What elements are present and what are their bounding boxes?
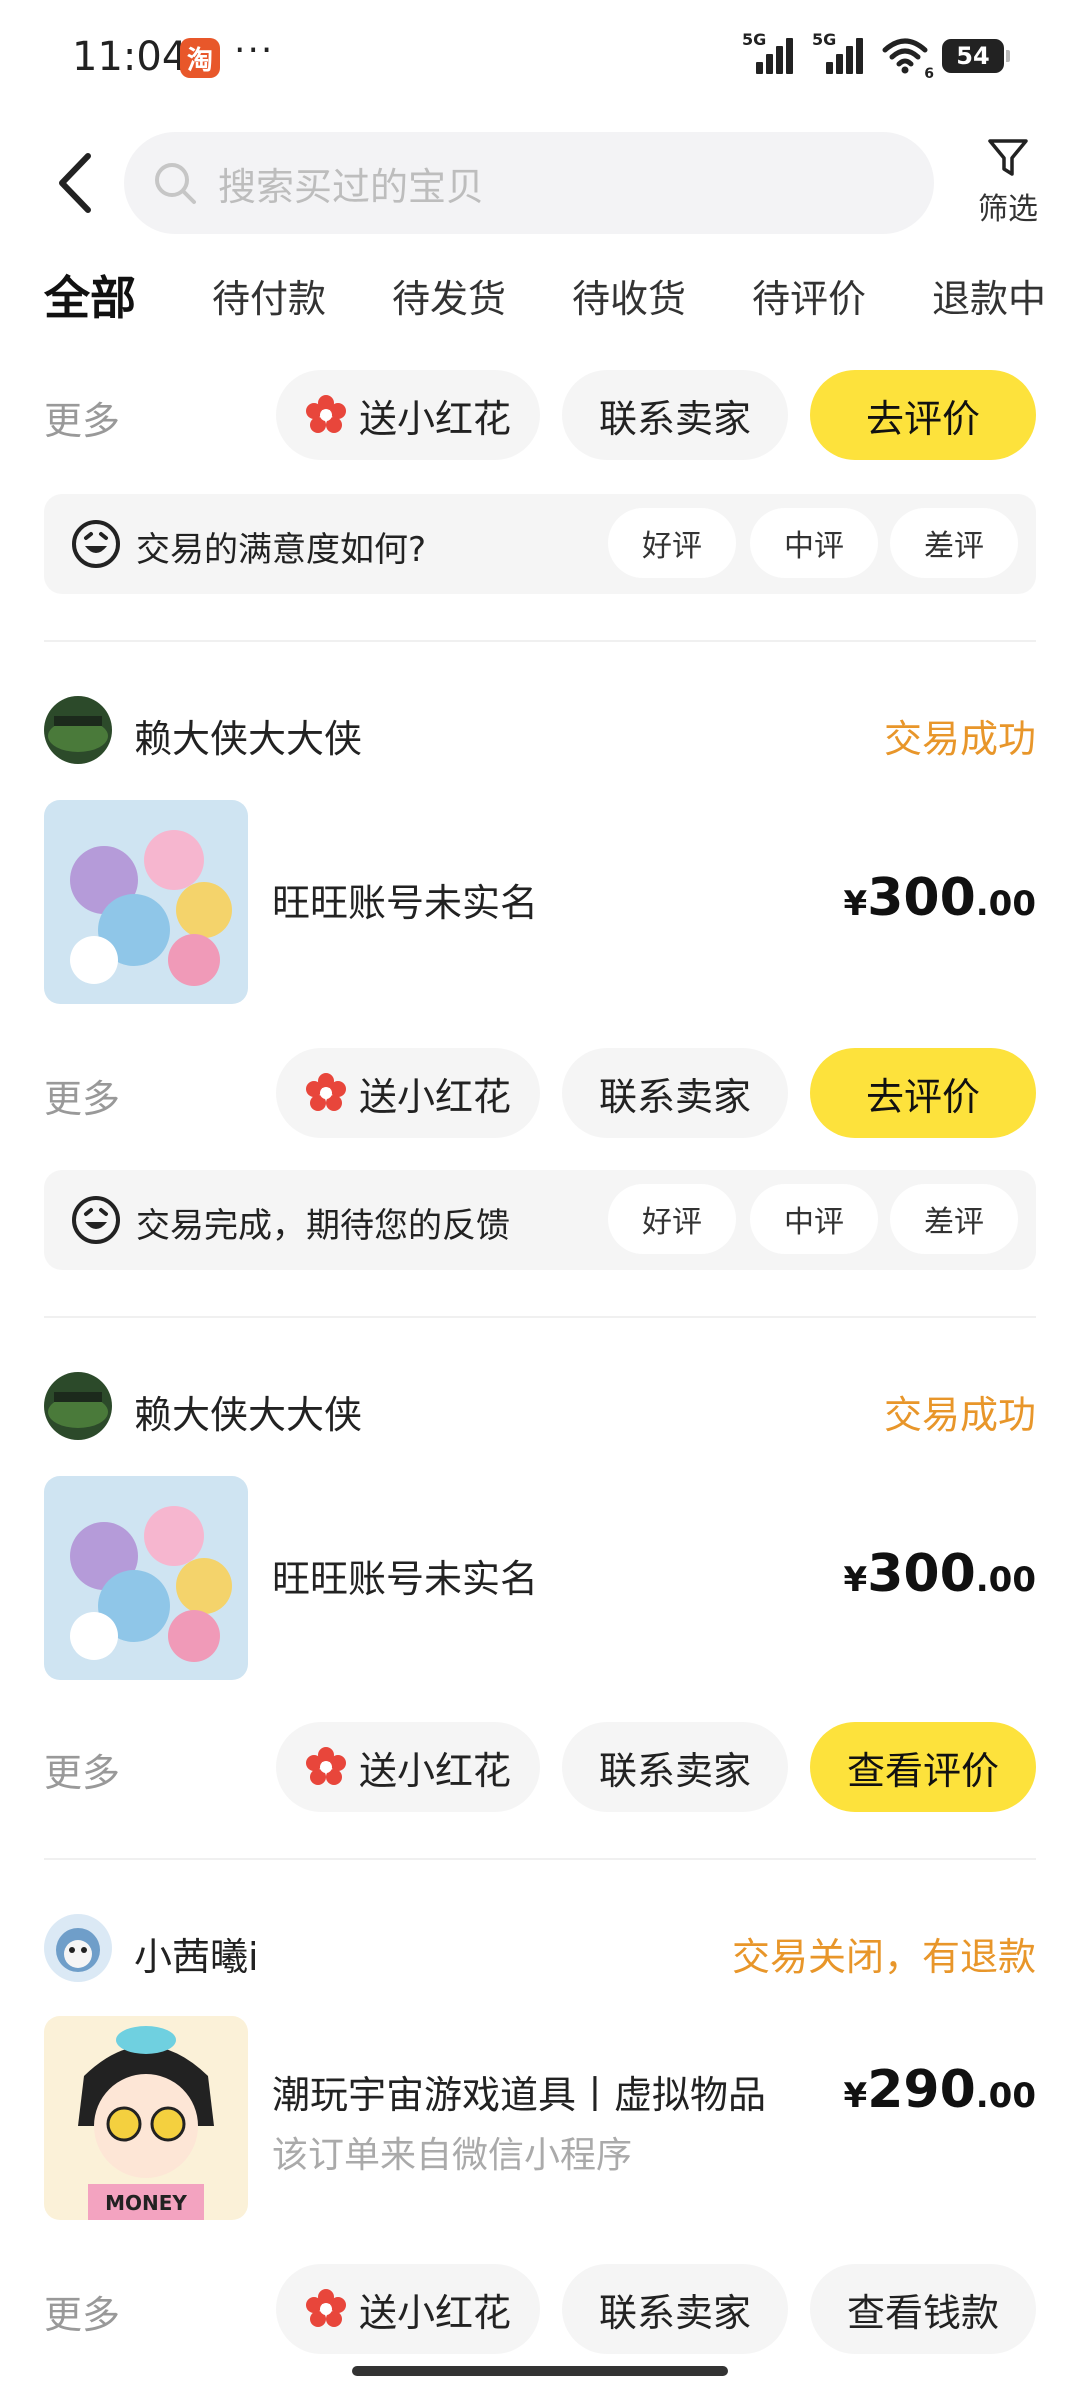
search-icon	[155, 163, 196, 204]
taobao-app-icon: 淘	[180, 38, 220, 78]
battery-icon: 54	[942, 39, 1010, 73]
satisfaction-bar: 交易的满意度如何? 好评 中评 差评	[44, 494, 1036, 594]
filter-button[interactable]: 筛选	[968, 136, 1048, 236]
shop-header[interactable]: 赖大侠大大侠 交易成功	[0, 696, 1080, 766]
more-notifications-icon: ···	[234, 30, 275, 71]
flower-icon	[305, 2289, 346, 2327]
flower-icon	[305, 395, 346, 433]
wifi-icon: 6	[882, 36, 934, 82]
send-flower-button[interactable]: 送小红花	[276, 1048, 540, 1138]
status-bar: 11:04 淘 ··· 5G 5G 6 54	[0, 0, 1080, 120]
satisfaction-text: 交易的满意度如何?	[136, 530, 427, 570]
status-time: 11:04	[72, 34, 188, 80]
shop-name: 小茜曦i	[134, 1935, 259, 1979]
tab-pending-shipment[interactable]: 待发货	[392, 268, 506, 323]
rate-good-button[interactable]: 好评	[608, 508, 736, 578]
product-thumbnail: MONEY	[44, 2016, 248, 2220]
product-item[interactable]: 旺旺账号未实名 ¥300.00	[0, 1476, 1080, 1680]
satisfaction-text: 交易完成，期待您的反馈	[136, 1206, 510, 1246]
more-link[interactable]: 更多	[44, 1742, 120, 1797]
shop-header[interactable]: 赖大侠大大侠 交易成功	[0, 1372, 1080, 1442]
tab-pending-receipt[interactable]: 待收货	[572, 268, 686, 323]
contact-seller-button[interactable]: 联系卖家	[562, 2264, 788, 2354]
order-tabs: 全部 待付款 待发货 待收货 待评价 退款中	[0, 268, 1080, 348]
product-item[interactable]: 旺旺账号未实名 ¥300.00	[0, 800, 1080, 1004]
more-link[interactable]: 更多	[44, 390, 120, 445]
view-refund-button[interactable]: 查看钱款	[810, 2264, 1036, 2354]
rate-neutral-button[interactable]: 中评	[750, 1184, 878, 1254]
tab-refunding[interactable]: 退款中	[932, 268, 1046, 323]
product-price: ¥300.00	[843, 868, 1036, 928]
review-button[interactable]: 去评价	[810, 370, 1036, 460]
divider	[44, 640, 1036, 642]
divider	[44, 1316, 1036, 1318]
review-button[interactable]: 去评价	[810, 1048, 1036, 1138]
divider	[44, 1858, 1036, 1860]
flower-icon	[305, 1073, 346, 1111]
send-flower-button[interactable]: 送小红花	[276, 370, 540, 460]
smile-face-icon	[72, 1196, 120, 1244]
shop-avatar	[44, 696, 112, 764]
status-indicators: 5G 5G 6 54	[742, 30, 1010, 82]
shop-name: 赖大侠大大侠	[134, 1393, 363, 1437]
order-actions: 更多 送小红花 联系卖家 去评价	[0, 370, 1080, 460]
order-status: 交易关闭，有退款	[731, 1935, 1036, 1979]
search-placeholder: 搜索买过的宝贝	[218, 164, 485, 209]
tab-all[interactable]: 全部	[42, 262, 138, 328]
order-actions: 更多 送小红花 联系卖家 查看钱款	[0, 2264, 1080, 2354]
product-thumbnail	[44, 800, 248, 1004]
more-link[interactable]: 更多	[44, 1068, 120, 1123]
product-subtitle: 该订单来自微信小程序	[272, 2135, 633, 2176]
product-price: ¥290.00	[843, 2060, 1036, 2120]
search-input[interactable]: 搜索买过的宝贝	[124, 132, 934, 234]
filter-icon	[988, 139, 1028, 176]
shop-avatar	[44, 1372, 112, 1440]
shop-avatar	[44, 1914, 112, 1982]
signal-icon: 5G	[812, 30, 868, 78]
order-actions: 更多 送小红花 联系卖家 去评价	[0, 1048, 1080, 1138]
product-price: ¥300.00	[843, 1544, 1036, 1604]
chevron-left-icon	[59, 153, 91, 213]
shop-header[interactable]: 小茜曦i 交易关闭，有退款	[0, 1914, 1080, 1984]
shop-name: 赖大侠大大侠	[134, 717, 363, 761]
contact-seller-button[interactable]: 联系卖家	[562, 1048, 788, 1138]
home-indicator[interactable]	[352, 2366, 728, 2376]
rate-bad-button[interactable]: 差评	[890, 1184, 1018, 1254]
satisfaction-bar: 交易完成，期待您的反馈 好评 中评 差评	[44, 1170, 1036, 1270]
signal-icon: 5G	[742, 30, 798, 78]
send-flower-button[interactable]: 送小红花	[276, 1722, 540, 1812]
view-review-button[interactable]: 查看评价	[810, 1722, 1036, 1812]
rate-good-button[interactable]: 好评	[608, 1184, 736, 1254]
rate-bad-button[interactable]: 差评	[890, 508, 1018, 578]
tab-pending-review[interactable]: 待评价	[752, 268, 866, 323]
product-thumbnail	[44, 1476, 248, 1680]
back-button[interactable]	[44, 150, 104, 216]
smile-face-icon	[72, 520, 120, 568]
order-status: 交易成功	[883, 717, 1036, 761]
tab-pending-payment[interactable]: 待付款	[212, 268, 326, 323]
contact-seller-button[interactable]: 联系卖家	[562, 370, 788, 460]
send-flower-button[interactable]: 送小红花	[276, 2264, 540, 2354]
filter-label: 筛选	[978, 192, 1038, 227]
product-item[interactable]: MONEY 潮玩宇宙游戏道具丨虚拟物品 该订单来自微信小程序 ¥290.00	[0, 2016, 1080, 2220]
order-actions: 更多 送小红花 联系卖家 查看评价	[0, 1722, 1080, 1812]
product-title: 旺旺账号未实名	[272, 1557, 539, 1601]
more-link[interactable]: 更多	[44, 2284, 120, 2339]
contact-seller-button[interactable]: 联系卖家	[562, 1722, 788, 1812]
order-status: 交易成功	[883, 1393, 1036, 1437]
product-title: 潮玩宇宙游戏道具丨虚拟物品	[272, 2073, 767, 2117]
svg-text:MONEY: MONEY	[105, 2191, 187, 2215]
product-title: 旺旺账号未实名	[272, 881, 539, 925]
header: 搜索买过的宝贝 筛选	[0, 128, 1080, 238]
rate-neutral-button[interactable]: 中评	[750, 508, 878, 578]
flower-icon	[305, 1747, 346, 1785]
